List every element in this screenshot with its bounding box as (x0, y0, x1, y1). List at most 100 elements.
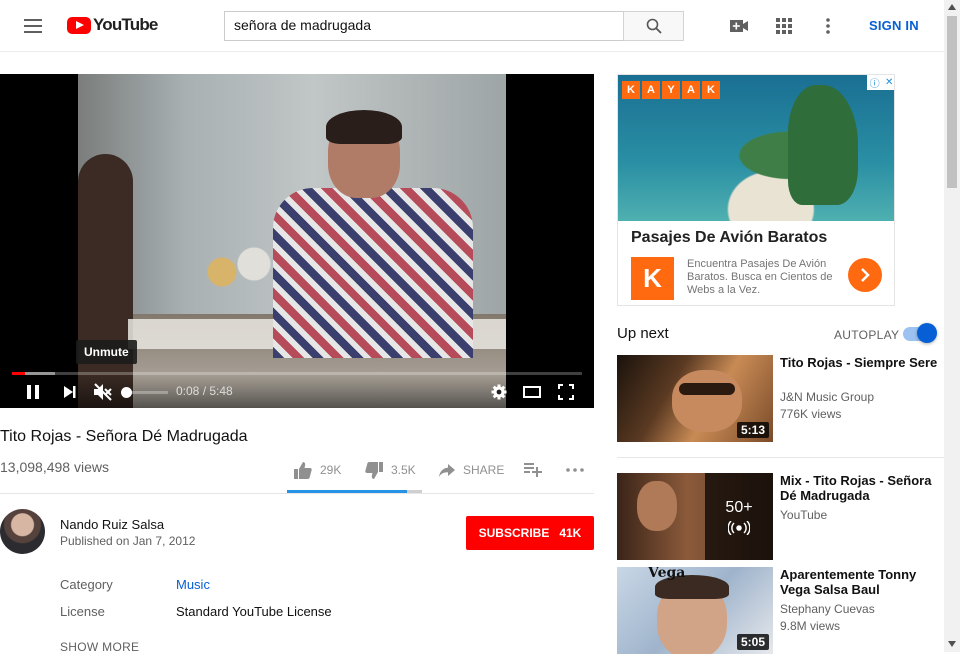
kayak-letter: A (642, 81, 660, 99)
subscribe-label: SUBSCRIBE (478, 526, 550, 540)
kayak-letter: A (682, 81, 700, 99)
video-scene-hair (326, 110, 402, 144)
logo-text: YouTube (93, 15, 158, 34)
up-next-heading: Up next (617, 325, 669, 342)
video-thumbnail[interactable]: Vega 5:05 (617, 567, 773, 654)
scroll-thumb[interactable] (947, 16, 957, 188)
masthead: YouTube señora de madrugada SIGN IN (0, 0, 944, 52)
thumbnail-face (637, 481, 677, 531)
theater-mode-button[interactable] (522, 382, 542, 402)
like-button[interactable]: 29K (294, 458, 341, 482)
share-icon (439, 463, 455, 477)
playlist-add-icon (524, 463, 542, 477)
volume-slider[interactable] (126, 391, 168, 394)
youtube-logo[interactable]: YouTube (67, 15, 158, 35)
video-duration: 5:05 (736, 634, 769, 650)
video-scene-bottles (198, 224, 278, 304)
thumbnail-sunglasses (679, 383, 735, 395)
ad-info-icon[interactable]: ⓘ (870, 75, 880, 90)
more-actions-button[interactable] (566, 458, 592, 482)
ad-go-button[interactable] (848, 258, 882, 292)
license-label: License (60, 604, 105, 619)
ad-image-island (788, 85, 858, 205)
video-scene-person-left (78, 154, 133, 408)
time-display: 0:08 / 5:48 (176, 384, 233, 398)
fullscreen-button[interactable] (556, 382, 576, 402)
unmute-tooltip: Unmute (76, 340, 137, 364)
ad-close-icon[interactable]: ✕ (885, 77, 893, 88)
thumbs-down-icon (365, 461, 383, 479)
ad-description: Encuentra Pasajes De Avión Baratos. Busc… (687, 258, 833, 296)
menu-icon[interactable] (24, 19, 42, 33)
video-player[interactable]: Unmute 0:08 / 5:48 (0, 74, 594, 408)
kayak-letter: K (702, 81, 720, 99)
recommended-video-title[interactable]: Aparentemente Tonny Vega Salsa Baul (780, 567, 944, 597)
like-count: 29K (320, 463, 342, 477)
ad-choices[interactable]: ⓘ ✕ (867, 75, 894, 90)
apps-grid-icon[interactable] (774, 16, 794, 36)
mix-count: 50+ (725, 498, 753, 516)
autoplay-label: AUTOPLAY (834, 328, 900, 342)
pause-button[interactable] (24, 382, 42, 402)
search-button[interactable] (623, 11, 684, 41)
ad-banner[interactable]: K A Y A K ⓘ ✕ Pasajes De Avión Baratos K … (617, 74, 895, 306)
ad-image: K A Y A K (618, 75, 894, 221)
kayak-letter: K (622, 81, 640, 99)
recommended-video-channel[interactable]: Stephany Cuevas (780, 602, 875, 616)
dislike-count: 3.5K (391, 463, 416, 477)
dislike-button[interactable]: 3.5K (365, 458, 416, 482)
volume-slider-handle[interactable] (121, 387, 132, 398)
sign-in-button[interactable]: SIGN IN (869, 18, 919, 33)
recommended-video-channel[interactable]: J&N Music Group (780, 390, 874, 404)
search-icon (646, 18, 662, 34)
create-video-icon[interactable] (729, 16, 749, 36)
recommended-video-title[interactable]: Tito Rojas - Siempre Sere (780, 355, 944, 370)
theater-icon (523, 386, 541, 398)
autoplay-toggle-knob[interactable] (917, 323, 937, 343)
recommended-video-views: 9.8M views (780, 619, 841, 633)
player-controls: 0:08 / 5:48 (0, 374, 594, 408)
video-frame (78, 74, 506, 408)
time-total: 5:48 (209, 384, 233, 398)
settings-button[interactable] (490, 382, 508, 402)
mix-radio-icon (728, 520, 750, 535)
video-title: Tito Rojas - Señora Dé Madrugada (0, 428, 248, 445)
play-logo-icon (67, 16, 91, 34)
subscriber-count: 41K (559, 526, 582, 540)
thumbnail-text: Vega (648, 567, 686, 581)
divider (617, 457, 944, 458)
thumbnail-face (672, 370, 742, 432)
subscribe-button[interactable]: SUBSCRIBE 41K (466, 516, 594, 550)
ad-logo: K (631, 257, 674, 300)
recommended-video-views: 776K views (780, 407, 842, 421)
view-count: 13,098,498 views (0, 459, 109, 475)
category-label: Category (60, 577, 113, 592)
fullscreen-icon (558, 384, 574, 400)
search-input[interactable]: señora de madrugada (224, 11, 624, 41)
channel-name[interactable]: Nando Ruiz Salsa (60, 517, 164, 532)
license-value: Standard YouTube License (176, 604, 332, 619)
add-to-playlist-button[interactable] (524, 458, 550, 482)
share-label: SHARE (463, 463, 505, 477)
category-link[interactable]: Music (176, 577, 210, 592)
scroll-down-icon[interactable] (948, 641, 956, 647)
kayak-logo: K A Y A K (622, 81, 720, 99)
scroll-up-icon[interactable] (948, 4, 956, 10)
recommended-video-title[interactable]: Mix - Tito Rojas - Señora Dé Madrugada (780, 473, 944, 503)
chevron-right-icon (861, 268, 870, 282)
skip-next-icon (64, 386, 76, 398)
kayak-letter: Y (662, 81, 680, 99)
time-current: 0:08 (176, 384, 200, 398)
ad-title[interactable]: Pasajes De Avión Baratos (631, 229, 827, 247)
share-button[interactable]: SHARE (439, 458, 504, 482)
video-duration: 5:13 (736, 422, 769, 438)
more-horiz-icon (566, 468, 584, 472)
recommended-video-channel[interactable]: YouTube (780, 508, 827, 522)
video-thumbnail[interactable]: 5:13 (617, 355, 773, 442)
mix-thumbnail[interactable]: 50+ (617, 473, 773, 560)
page-scrollbar[interactable] (944, 0, 960, 652)
mute-button[interactable] (92, 382, 114, 402)
next-button[interactable] (61, 382, 79, 402)
more-vert-icon[interactable] (818, 16, 838, 36)
channel-avatar[interactable] (0, 509, 45, 554)
